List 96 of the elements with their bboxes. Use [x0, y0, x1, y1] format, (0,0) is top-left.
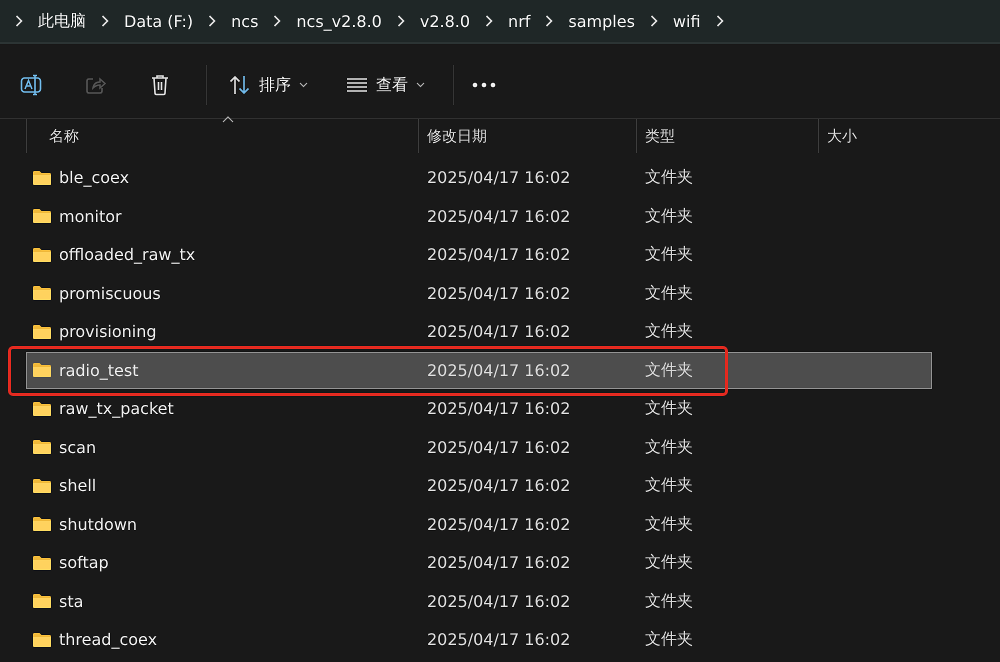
folder-icon [32, 208, 52, 224]
folder-icon [32, 285, 52, 301]
column-header[interactable]: 修改日期 [418, 119, 636, 153]
view-button[interactable]: 查看 [336, 67, 435, 103]
file-row[interactable]: provisioning 2025/04/17 16:02 文件夹 [26, 313, 932, 350]
folder-icon [32, 554, 52, 570]
chevron-icon [716, 15, 724, 27]
type-cell-text: 文件夹 [644, 167, 694, 188]
file-name: provisioning [59, 322, 157, 341]
chevron-icon [101, 15, 109, 27]
date-cell-text: 2025/04/17 16:02 [426, 245, 572, 264]
folder-icon [32, 170, 52, 186]
file-row[interactable]: promiscuous 2025/04/17 16:02 文件夹 [26, 274, 932, 312]
breadcrumb-item[interactable]: v2.8.0 [420, 12, 470, 30]
breadcrumb-item[interactable]: wifi [672, 12, 701, 30]
file-row[interactable]: radio_test 2025/04/17 16:02 文件夹 [26, 352, 932, 388]
folder-icon [32, 632, 52, 648]
folder-icon [32, 593, 52, 609]
date-cell-text: 2025/04/17 16:02 [426, 630, 572, 649]
chevron-icon [273, 15, 282, 27]
folder-icon [32, 362, 52, 378]
breadcrumb-item[interactable]: 此电脑 [38, 10, 86, 32]
file-row[interactable]: ble_coex 2025/04/17 16:02 文件夹 [26, 159, 932, 196]
chevron-icon [650, 15, 658, 27]
file-row[interactable]: shell 2025/04/17 16:02 文件夹 [26, 467, 932, 504]
type-cell-text: 文件夹 [644, 629, 694, 650]
file-name: promiscuous [59, 284, 161, 302]
date-cell-text: 2025/04/17 16:02 [426, 514, 572, 534]
file-row[interactable]: sta 2025/04/17 16:02 文件夹 [26, 582, 932, 620]
folder-icon [32, 246, 52, 262]
type-cell-text: 文件夹 [644, 398, 694, 419]
file-name: softap [59, 553, 109, 572]
file-row[interactable]: shutdown 2025/04/17 16:02 文件夹 [26, 506, 932, 542]
folder-icon [32, 439, 52, 455]
date-cell-text: 2025/04/17 16:02 [426, 438, 572, 456]
sort-button[interactable]: 排序 [219, 67, 318, 103]
date-cell-text: 2025/04/17 16:02 [426, 322, 572, 341]
date-cell-text: 2025/04/17 16:02 [426, 206, 572, 226]
folder-icon [32, 400, 52, 416]
rename-icon [20, 74, 44, 96]
column-header[interactable]: 大小 [818, 119, 938, 153]
folder-icon [32, 516, 52, 532]
date-cell-text: 2025/04/17 16:02 [426, 284, 572, 302]
type-cell-text: 文件夹 [644, 244, 694, 265]
file-name: ble_coex [59, 168, 130, 187]
type-cell-text: 文件夹 [644, 514, 694, 534]
chevron-icon [545, 15, 554, 27]
file-name: shell [59, 476, 96, 495]
more-icon [472, 82, 496, 88]
share-icon [85, 75, 107, 95]
type-cell-text: 文件夹 [644, 321, 694, 342]
file-row[interactable]: offloaded_raw_tx 2025/04/17 16:02 文件夹 [26, 236, 932, 273]
date-cell-text: 2025/04/17 16:02 [426, 592, 572, 610]
date-cell-text: 2025/04/17 16:02 [426, 553, 572, 572]
list-view-icon [346, 77, 368, 93]
trash-icon [150, 74, 170, 96]
file-name: raw_tx_packet [59, 399, 174, 418]
column-header[interactable]: 类型 [636, 119, 818, 153]
type-cell-text: 文件夹 [644, 282, 694, 304]
chevron-icon [396, 15, 405, 27]
folder-icon [32, 324, 52, 340]
file-name: thread_coex [59, 630, 158, 649]
type-cell-text: 文件夹 [644, 475, 694, 496]
file-name: shutdown [59, 514, 138, 534]
file-name: radio_test [59, 360, 138, 380]
chevron-icon [208, 15, 216, 27]
breadcrumb-item[interactable]: nrf [508, 12, 530, 30]
breadcrumb-item[interactable]: Data (F:) [124, 12, 194, 30]
file-row[interactable]: monitor 2025/04/17 16:02 文件夹 [26, 198, 932, 234]
date-cell-text: 2025/04/17 16:02 [426, 168, 572, 187]
column-header[interactable]: 名称 [26, 119, 418, 153]
file-row[interactable]: raw_tx_packet 2025/04/17 16:02 文件夹 [26, 390, 932, 427]
date-cell-text: 2025/04/17 16:02 [426, 399, 572, 418]
type-cell-text: 文件夹 [644, 206, 694, 226]
sort-icon [229, 75, 251, 95]
breadcrumb-item[interactable]: samples [568, 12, 635, 30]
date-cell-text: 2025/04/17 16:02 [426, 476, 572, 495]
file-name: monitor [59, 206, 122, 226]
breadcrumb-item[interactable]: ncs [231, 12, 258, 30]
file-row[interactable]: scan 2025/04/17 16:02 文件夹 [26, 428, 932, 466]
date-cell-text: 2025/04/17 16:02 [426, 360, 572, 380]
chevron-icon [15, 15, 23, 27]
folder-icon [32, 478, 52, 494]
type-cell-text: 文件夹 [644, 590, 694, 612]
file-name: scan [59, 438, 96, 456]
type-cell-text: 文件夹 [644, 552, 694, 573]
file-name: offloaded_raw_tx [59, 245, 196, 264]
dropdown-caret-icon [299, 82, 308, 88]
file-name: sta [59, 592, 84, 610]
type-cell-text: 文件夹 [644, 436, 694, 458]
type-cell-text: 文件夹 [644, 360, 694, 380]
file-row[interactable]: softap 2025/04/17 16:02 文件夹 [26, 544, 932, 581]
chevron-icon [485, 15, 494, 27]
breadcrumb-item[interactable]: ncs_v2.8.0 [296, 12, 382, 30]
file-row[interactable]: thread_coex 2025/04/17 16:02 文件夹 [26, 621, 932, 658]
dropdown-caret-icon [416, 82, 425, 88]
